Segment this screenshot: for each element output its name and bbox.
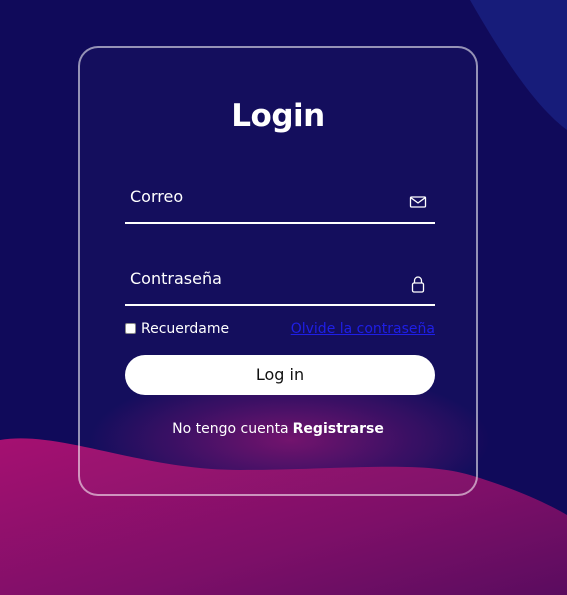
email-label: Correo bbox=[130, 187, 184, 206]
register-link[interactable]: Registrarse bbox=[293, 421, 384, 437]
login-title: Login bbox=[231, 98, 325, 134]
no-account-text: No tengo cuenta bbox=[172, 421, 289, 437]
envelope-icon bbox=[409, 196, 427, 208]
login-card: Login Correo Contraseña Recuerdame Olvid… bbox=[78, 46, 478, 496]
login-button[interactable]: Log in bbox=[125, 355, 435, 395]
email-field[interactable]: Correo bbox=[125, 182, 435, 224]
lock-icon bbox=[411, 276, 425, 293]
remember-checkbox[interactable] bbox=[125, 323, 136, 334]
forgot-password-link[interactable]: Olvide la contraseña bbox=[291, 321, 435, 337]
password-label: Contraseña bbox=[130, 269, 222, 288]
register-row: No tengo cuenta Registrarse bbox=[80, 421, 476, 437]
remember-row: Recuerdame Olvide la contraseña bbox=[125, 321, 435, 341]
password-field[interactable]: Contraseña bbox=[125, 264, 435, 306]
remember-label[interactable]: Recuerdame bbox=[141, 321, 229, 337]
